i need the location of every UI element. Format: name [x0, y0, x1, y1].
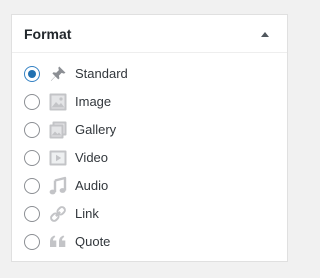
link-icon: [50, 206, 66, 222]
format-radio-video[interactable]: [24, 150, 40, 166]
format-label-audio: Audio: [75, 178, 109, 193]
format-option-gallery[interactable]: Gallery: [12, 118, 287, 142]
format-radio-standard[interactable]: [24, 66, 40, 82]
format-option-quote[interactable]: Quote: [12, 230, 287, 254]
metabox-title: Format: [24, 25, 72, 42]
format-label-image: Image: [75, 94, 112, 109]
format-radio-image[interactable]: [24, 94, 40, 110]
format-metabox: Format Standard Image Gallery Video Audi…: [11, 14, 288, 262]
format-label-video: Video: [75, 150, 109, 165]
image-icon: [49, 93, 67, 111]
pin-icon: [50, 66, 66, 81]
audio-icon: [49, 176, 67, 195]
format-radio-link[interactable]: [24, 206, 40, 222]
collapse-toggle-button[interactable]: [255, 24, 275, 44]
quote-icon: [50, 235, 66, 247]
format-radio-gallery[interactable]: [24, 122, 40, 138]
gallery-icon: [49, 121, 67, 139]
format-option-video[interactable]: Video: [12, 146, 287, 170]
video-icon: [49, 150, 67, 166]
format-label-standard: Standard: [75, 66, 128, 81]
format-option-standard[interactable]: Standard: [12, 62, 287, 86]
format-option-audio[interactable]: Audio: [12, 174, 287, 198]
format-option-image[interactable]: Image: [12, 90, 287, 114]
format-option-link[interactable]: Link: [12, 202, 287, 226]
format-radio-quote[interactable]: [24, 234, 40, 250]
format-radio-audio[interactable]: [24, 178, 40, 194]
triangle-up-icon: [261, 31, 269, 37]
metabox-header: Format: [12, 15, 287, 53]
format-label-gallery: Gallery: [75, 122, 117, 137]
format-label-quote: Quote: [75, 234, 111, 249]
format-label-link: Link: [75, 206, 99, 221]
